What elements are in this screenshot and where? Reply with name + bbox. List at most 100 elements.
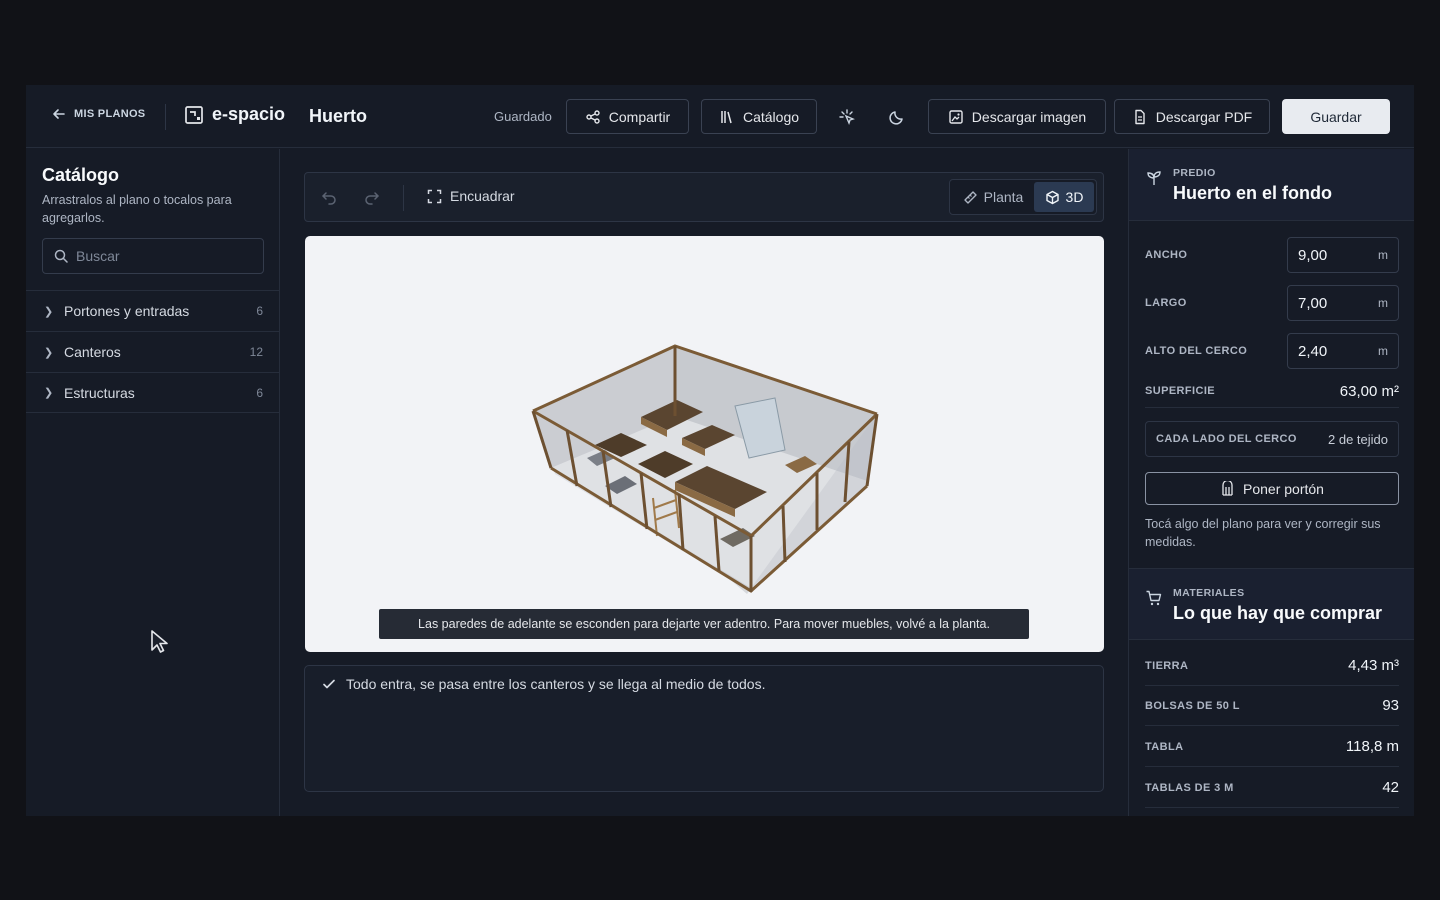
shopping-cart-icon bbox=[1146, 590, 1162, 606]
lot-header: PREDIO Huerto en el fondo bbox=[1129, 149, 1414, 221]
area-row: SUPERFICIE 63,00 m² bbox=[1145, 381, 1399, 401]
unit-label: m bbox=[1378, 248, 1388, 262]
materials-title: Lo que hay que comprar bbox=[1173, 603, 1383, 623]
material-value: 42 bbox=[1382, 779, 1399, 796]
share-label: Compartir bbox=[608, 108, 671, 125]
canvas-toolbar: Encuadrar Planta 3D bbox=[304, 172, 1104, 222]
plan-icon bbox=[185, 105, 203, 124]
download-image-button[interactable]: Descargar imagen bbox=[928, 99, 1106, 134]
undo-icon bbox=[321, 192, 336, 205]
width-label: ANCHO bbox=[1145, 249, 1188, 261]
edit-hint: Tocá algo del plano para ver y corregir … bbox=[1145, 517, 1381, 549]
catalog-sidebar: Catálogo Arrastralos al plano o tocalos … bbox=[26, 149, 280, 816]
gate-icon bbox=[1222, 481, 1233, 496]
fit-label: Encuadrar bbox=[450, 188, 515, 204]
search-icon bbox=[54, 249, 68, 263]
share-button[interactable]: Compartir bbox=[566, 99, 689, 134]
width-input[interactable]: 9,00 m bbox=[1287, 237, 1399, 273]
ruler-icon bbox=[963, 190, 977, 204]
category-item-estructuras[interactable]: ❯ Estructuras 6 bbox=[26, 372, 279, 413]
validation-text: Todo entra, se pasa entre los canteros y… bbox=[346, 676, 766, 692]
download-image-label: Descargar imagen bbox=[971, 108, 1087, 125]
search-input[interactable]: Buscar bbox=[42, 238, 264, 274]
material-value: 4,43 m³ bbox=[1348, 657, 1399, 674]
fence-height-row: ALTO DEL CERCO 2,40 m bbox=[1145, 333, 1399, 369]
sidebar-description: Arrastralos al plano o tocalos para agre… bbox=[42, 193, 232, 225]
fence-height-value: 2,40 bbox=[1298, 342, 1328, 360]
save-status: Guardado bbox=[494, 109, 552, 124]
length-label: LARGO bbox=[1145, 297, 1187, 309]
length-value: 7,00 bbox=[1298, 294, 1328, 312]
material-label: TABLAS DE 3 M bbox=[1145, 781, 1234, 794]
library-icon bbox=[721, 110, 732, 123]
material-row: TABLAS DE 3 M 42 bbox=[1145, 768, 1399, 808]
moon-icon bbox=[889, 111, 903, 125]
toolbar-divider bbox=[403, 185, 404, 211]
unit-label: m bbox=[1378, 344, 1388, 358]
image-download-icon bbox=[949, 109, 963, 124]
sprout-icon bbox=[1147, 171, 1161, 185]
chevron-right-icon: ❯ bbox=[44, 305, 54, 318]
redo-icon bbox=[365, 192, 380, 205]
lot-title: Huerto en el fondo bbox=[1173, 183, 1332, 203]
fence-height-input[interactable]: 2,40 m bbox=[1287, 333, 1399, 369]
brand-logo: e-spacio bbox=[184, 104, 285, 125]
theme-toggle-button[interactable] bbox=[885, 105, 909, 129]
area-value: 63,00 m² bbox=[1339, 382, 1399, 400]
project-name[interactable]: Huerto bbox=[309, 106, 367, 127]
material-row: TABLA 118,8 m bbox=[1145, 727, 1399, 767]
sidebar-title: Catálogo bbox=[42, 165, 120, 185]
category-list: ❯ Portones y entradas 6 ❯ Canteros 12 ❯ … bbox=[26, 290, 279, 413]
length-input[interactable]: 7,00 m bbox=[1287, 285, 1399, 321]
category-item-portones[interactable]: ❯ Portones y entradas 6 bbox=[26, 290, 279, 331]
material-row: TIERRA 4,43 m³ bbox=[1145, 646, 1399, 686]
maximize-icon bbox=[427, 189, 442, 203]
fence-height-label: ALTO DEL CERCO bbox=[1145, 345, 1248, 357]
category-label: Portones y entradas bbox=[64, 303, 190, 319]
back-label: MIS PLANOS bbox=[74, 108, 146, 120]
category-item-canteros[interactable]: ❯ Canteros 12 bbox=[26, 331, 279, 372]
mouse-pointer-icon bbox=[151, 630, 168, 653]
garden-3d-model bbox=[531, 344, 879, 594]
material-value: 93 bbox=[1382, 697, 1399, 714]
save-button[interactable]: Guardar bbox=[1282, 99, 1390, 134]
category-count: 6 bbox=[256, 304, 263, 318]
magic-wand-button[interactable] bbox=[835, 105, 859, 129]
sparkle-cursor-icon bbox=[839, 109, 855, 125]
chevron-right-icon: ❯ bbox=[44, 387, 54, 399]
material-label: TABLA bbox=[1145, 740, 1184, 753]
fit-view-button[interactable]: Encuadrar bbox=[427, 188, 515, 204]
material-row: BOLSAS DE 50 L 93 bbox=[1145, 686, 1399, 726]
category-label: Canteros bbox=[64, 344, 121, 360]
properties-panel: PREDIO Huerto en el fondo ANCHO 9,00 m L… bbox=[1128, 149, 1414, 816]
view-3d-tab[interactable]: 3D bbox=[1034, 182, 1094, 212]
add-gate-button[interactable]: Poner portón bbox=[1145, 472, 1399, 505]
area-label: SUPERFICIE bbox=[1145, 385, 1216, 397]
undo-button[interactable] bbox=[320, 188, 338, 206]
fence-sides-label: CADA LADO DEL CERCO bbox=[1156, 433, 1297, 445]
check-icon bbox=[323, 679, 335, 689]
back-to-plans-link[interactable]: MIS PLANOS bbox=[52, 107, 145, 121]
divider bbox=[165, 104, 166, 130]
chevron-right-icon: ❯ bbox=[44, 346, 54, 359]
material-label: BOLSAS DE 50 L bbox=[1145, 699, 1240, 712]
top-bar: MIS PLANOS e-spacio Huerto Guardado Comp… bbox=[26, 85, 1414, 148]
catalog-button[interactable]: Catálogo bbox=[701, 99, 817, 134]
redo-button[interactable] bbox=[363, 188, 381, 206]
catalog-label: Catálogo bbox=[742, 108, 800, 125]
search-placeholder: Buscar bbox=[76, 248, 120, 264]
width-row: ANCHO 9,00 m bbox=[1145, 237, 1399, 273]
divider bbox=[1145, 407, 1399, 408]
cube-icon bbox=[1045, 190, 1059, 204]
fence-sides-select[interactable]: CADA LADO DEL CERCO 2 de tejido bbox=[1145, 421, 1399, 457]
arrow-left-icon bbox=[53, 109, 65, 119]
download-pdf-button[interactable]: Descargar PDF bbox=[1114, 99, 1270, 134]
app-window: MIS PLANOS e-spacio Huerto Guardado Comp… bbox=[26, 85, 1414, 816]
view-plan-label: Planta bbox=[983, 189, 1024, 205]
unit-label: m bbox=[1378, 296, 1388, 310]
3d-canvas[interactable]: Las paredes de adelante se esconden para… bbox=[305, 236, 1104, 652]
width-value: 9,00 bbox=[1298, 246, 1328, 264]
view-plan-tab[interactable]: Planta bbox=[952, 182, 1034, 212]
view-tooltip: Las paredes de adelante se esconden para… bbox=[379, 609, 1029, 639]
materials-header: MATERIALES Lo que hay que comprar bbox=[1129, 568, 1414, 640]
